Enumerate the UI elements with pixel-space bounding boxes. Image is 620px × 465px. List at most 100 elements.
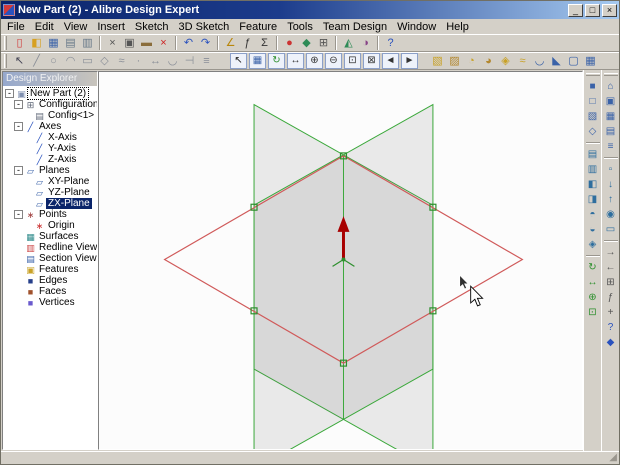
help-button[interactable]: ? [382, 35, 399, 51]
pattern-button[interactable]: ▦ [582, 53, 599, 69]
tree-item-z-axis[interactable]: ╱ Z-Axis [3, 154, 97, 165]
import-button[interactable]: ← [603, 260, 619, 275]
view-isometric-button[interactable]: ◈ [585, 237, 601, 252]
revolve-boss-button[interactable]: ◔ [463, 53, 480, 69]
extrude-boss-button[interactable]: ▧ [429, 53, 446, 69]
toolbar-grip[interactable] [4, 36, 7, 50]
team-design-session-button[interactable]: ◉ [603, 207, 619, 222]
sweep-button[interactable]: ≈ [514, 53, 531, 69]
tree-item-axes[interactable]: - ╱ Axes [3, 121, 97, 132]
shell-button[interactable]: ▢ [565, 53, 582, 69]
new-drawing-workspace-button[interactable]: ▤ [603, 124, 619, 139]
view-top-button[interactable]: ◓ [585, 207, 601, 222]
expander-icon[interactable]: - [5, 89, 14, 98]
view-left-button[interactable]: ◧ [585, 177, 601, 192]
menu-3d-sketch[interactable]: 3D Sketch [174, 21, 235, 33]
tree-item-y-axis[interactable]: ╱ Y-Axis [3, 143, 97, 154]
check-out-button[interactable]: ↑ [603, 192, 619, 207]
macros-button[interactable]: ƒ [603, 290, 619, 305]
viewport-3d[interactable] [99, 72, 582, 449]
expander-icon[interactable]: - [14, 100, 23, 109]
tree-item-section-views[interactable]: ▤ Section Views [3, 253, 97, 264]
circle-tool-button[interactable]: ○ [45, 53, 62, 69]
help-topics-button[interactable]: ? [603, 320, 619, 335]
point-tool-button[interactable]: · [130, 53, 147, 69]
zoom-window-button[interactable]: ⊡ [344, 53, 361, 69]
modeling-viewport[interactable] [98, 71, 583, 450]
display-perspective-button[interactable]: ◇ [585, 124, 601, 139]
fillet-tool-button[interactable]: ◡ [164, 53, 181, 69]
rectangle-tool-button[interactable]: ▭ [79, 53, 96, 69]
minimize-button[interactable]: _ [568, 3, 583, 17]
line-tool-button[interactable]: ╱ [28, 53, 45, 69]
add-ons-button[interactable]: + [603, 305, 619, 320]
menu-window[interactable]: Window [392, 21, 441, 33]
loft-button[interactable]: ◈ [497, 53, 514, 69]
copy-button[interactable]: ▣ [121, 35, 138, 51]
select-arrow-button[interactable]: ↖ [230, 53, 247, 69]
menu-edit[interactable]: Edit [30, 21, 59, 33]
new-assembly-workspace-button[interactable]: ▦ [603, 109, 619, 124]
expander-icon[interactable]: - [14, 166, 23, 175]
analysis-button[interactable]: ◭ [340, 35, 357, 51]
physical-properties-button[interactable]: ◆ [298, 35, 315, 51]
new-part-workspace-button[interactable]: ▣ [603, 94, 619, 109]
tree-item-new-part-2[interactable]: - ▣ New Part (2) [3, 87, 97, 100]
tree-item-xy-plane[interactable]: ▱ XY-Plane [3, 176, 97, 187]
dimension-tool-button[interactable]: ↔ [147, 53, 164, 69]
menu-file[interactable]: File [2, 21, 30, 33]
menu-view[interactable]: View [59, 21, 93, 33]
tree-item-faces[interactable]: ■ Faces [3, 286, 97, 297]
view-right-button[interactable]: ◨ [585, 192, 601, 207]
zoom-fit-button[interactable]: ⊠ [363, 53, 380, 69]
tree-item-origin[interactable]: ∗ Origin [3, 220, 97, 231]
menu-team-design[interactable]: Team Design [318, 21, 392, 33]
expander-icon[interactable]: - [14, 210, 23, 219]
expander-icon[interactable]: - [14, 122, 23, 131]
about-button[interactable]: ◆ [603, 335, 619, 350]
zoom-out-button[interactable]: ⊖ [325, 53, 342, 69]
chamfer-button[interactable]: ◣ [548, 53, 565, 69]
view-back-button[interactable]: ▥ [585, 162, 601, 177]
measure-button[interactable]: ∠ [222, 35, 239, 51]
fillet-feature-button[interactable]: ◡ [531, 53, 548, 69]
render-button[interactable]: ◑ [357, 35, 374, 51]
menu-help[interactable]: Help [441, 21, 474, 33]
open-file-button[interactable]: ◧ [28, 35, 45, 51]
title-bar[interactable]: New Part (2) - Alibre Design Expert _ □ … [1, 1, 619, 19]
zoom-view-button[interactable]: ⊕ [585, 290, 601, 305]
new-document-button[interactable]: ▯ [11, 35, 28, 51]
mass-properties-button[interactable]: ⊞ [315, 35, 332, 51]
constraints-tool-button[interactable]: ≡ [198, 53, 215, 69]
tree-item-points[interactable]: - ∗ Points [3, 209, 97, 220]
toolbar-grip[interactable] [585, 73, 600, 76]
cut-button[interactable]: × [104, 35, 121, 51]
arc-tool-button[interactable]: ◠ [62, 53, 79, 69]
options-button[interactable]: ⊞ [603, 275, 619, 290]
check-in-button[interactable]: ↓ [603, 177, 619, 192]
zoom-in-button[interactable]: ⊕ [306, 53, 323, 69]
equation-editor-button[interactable]: ƒ [239, 35, 256, 51]
menu-feature[interactable]: Feature [234, 21, 282, 33]
redo-button[interactable]: ↷ [197, 35, 214, 51]
orbit-button[interactable]: ↻ [268, 53, 285, 69]
tree-item-x-axis[interactable]: ╱ X-Axis [3, 132, 97, 143]
orbit-view-button[interactable]: ↻ [585, 260, 601, 275]
color-properties-button[interactable]: ● [281, 35, 298, 51]
toolbar-grip[interactable] [603, 73, 618, 76]
previous-view-button[interactable]: ◄ [382, 53, 399, 69]
repository-button[interactable]: ▫ [603, 162, 619, 177]
tree-item-planes[interactable]: - ▱ Planes [3, 165, 97, 176]
undo-button[interactable]: ↶ [180, 35, 197, 51]
maximize-button[interactable]: □ [585, 3, 600, 17]
fit-view-button[interactable]: ⊡ [585, 305, 601, 320]
pan-button[interactable]: ↔ [287, 53, 304, 69]
print-button[interactable]: ▤ [62, 35, 79, 51]
view-bottom-button[interactable]: ◒ [585, 222, 601, 237]
close-button[interactable]: × [602, 3, 617, 17]
menu-sketch[interactable]: Sketch [130, 21, 174, 33]
spline-tool-button[interactable]: ≈ [113, 53, 130, 69]
revolve-cut-button[interactable]: ◕ [480, 53, 497, 69]
select-button[interactable]: ↖ [11, 53, 28, 69]
bill-of-materials-button[interactable]: ≡ [603, 139, 619, 154]
